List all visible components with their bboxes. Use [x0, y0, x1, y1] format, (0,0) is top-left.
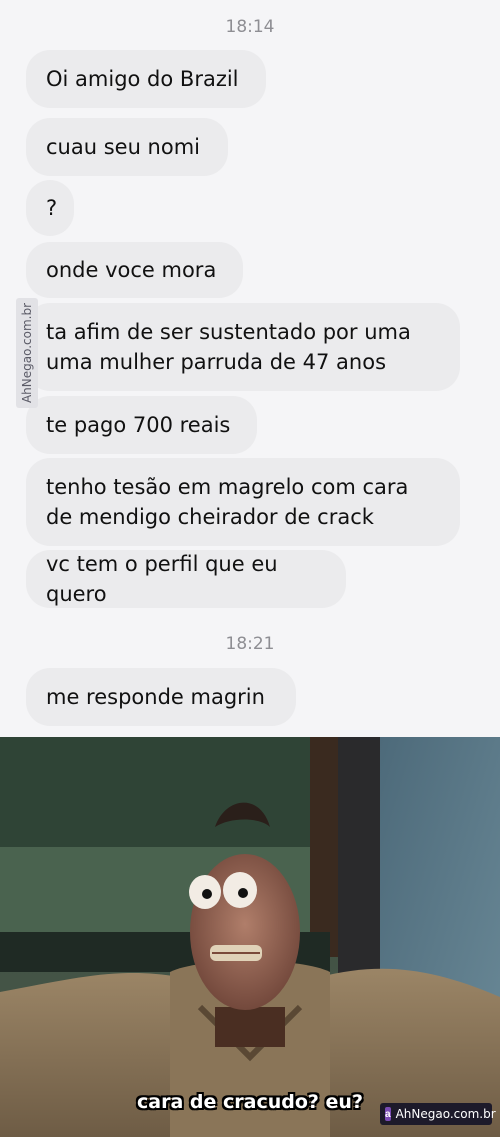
message-bubble[interactable]: tenho tesão em magrelo com cara de mendi… — [26, 458, 460, 546]
message-bubble[interactable]: ta afim de ser sustentado por uma uma mu… — [26, 303, 460, 391]
site-logo-icon: a — [385, 1107, 391, 1121]
site-watermark-text: AhNegao.com.br — [395, 1107, 496, 1121]
message-bubble[interactable]: onde voce mora — [26, 242, 243, 298]
timestamp: 18:21 — [225, 634, 275, 654]
meme-scene-illustration — [0, 737, 500, 1137]
meme-image: cara de cracudo? eu? a AhNegao.com.br — [0, 737, 500, 1137]
message-bubble[interactable]: Oi amigo do Brazil — [26, 50, 266, 108]
message-bubble[interactable]: te pago 700 reais — [26, 396, 257, 454]
side-watermark-text: AhNegao.com.br — [20, 302, 34, 404]
timestamp: 18:14 — [225, 17, 275, 37]
message-bubble[interactable]: ? — [26, 180, 74, 236]
message-bubble[interactable]: me responde magrin — [26, 668, 296, 726]
message-bubble[interactable]: vc tem o perfil que eu quero — [26, 550, 346, 608]
site-watermark: a AhNegao.com.br — [380, 1103, 496, 1125]
side-watermark: AhNegao.com.br — [16, 298, 38, 408]
message-bubble[interactable]: cuau seu nomi — [26, 118, 228, 176]
chat-screen: 18:14 Oi amigo do Brazil cuau seu nomi ?… — [0, 0, 500, 737]
